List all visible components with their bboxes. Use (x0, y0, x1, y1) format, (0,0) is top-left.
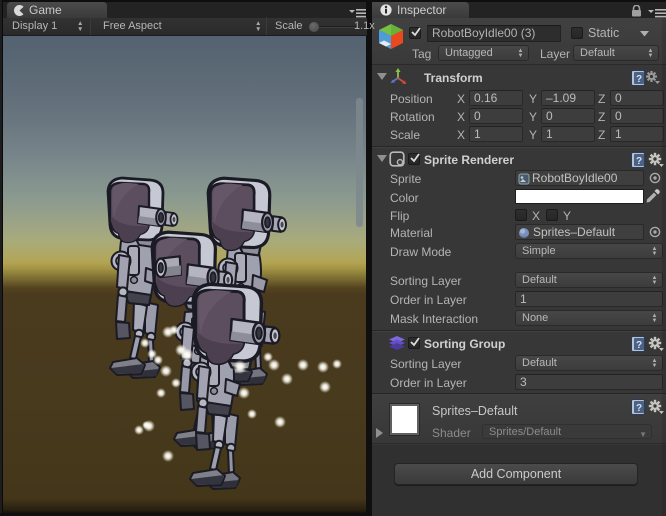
svg-text:?: ? (636, 74, 642, 85)
svg-text:?: ? (636, 340, 642, 351)
svg-text:?: ? (636, 403, 642, 414)
svg-text:?: ? (636, 156, 642, 167)
